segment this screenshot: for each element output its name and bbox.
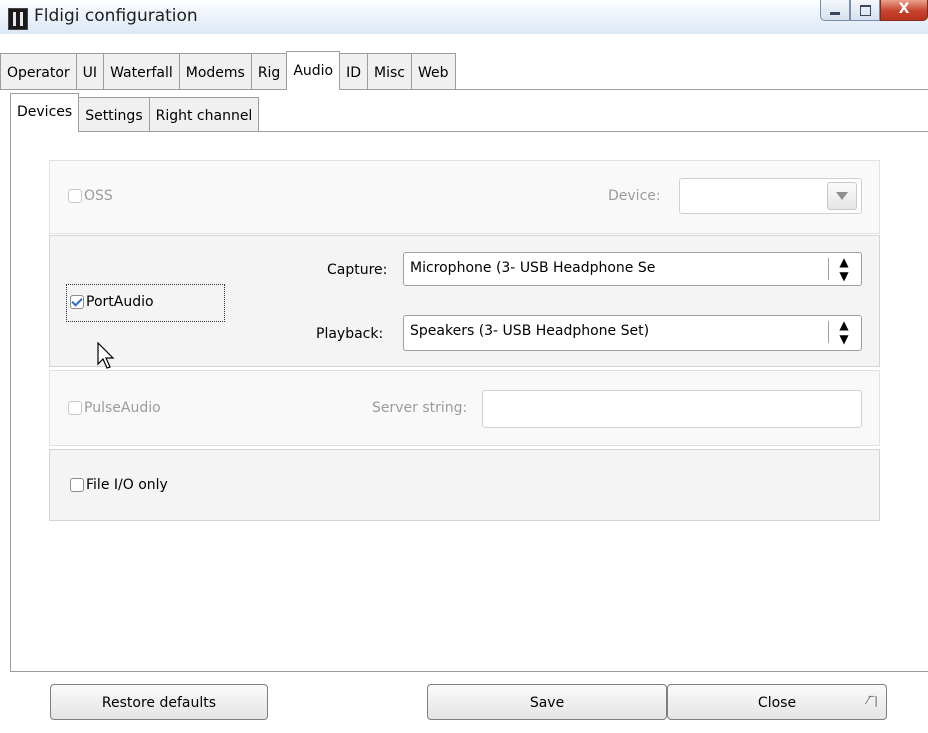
main-tab-bar: Operator UI Waterfall Modems Rig Audio I…: [0, 51, 456, 90]
tab-settings[interactable]: Settings: [78, 97, 150, 132]
close-button[interactable]: Close ⁄‾|: [667, 684, 887, 720]
tab-modems[interactable]: Modems: [178, 53, 252, 90]
maximize-button[interactable]: [850, 0, 880, 21]
title-bar: Fldigi configuration X: [0, 0, 928, 34]
capture-device-select[interactable]: Microphone (3- USB Headphone Se ▲ ▼: [403, 252, 862, 286]
bottom-divider: [10, 671, 928, 672]
minimize-icon: [830, 12, 840, 15]
restore-defaults-button[interactable]: Restore defaults: [50, 684, 268, 720]
file-io-checkbox-box[interactable]: [70, 478, 84, 492]
oss-device-label: Device:: [608, 188, 661, 204]
tab-waterfall[interactable]: Waterfall: [103, 53, 180, 90]
tab-right-channel[interactable]: Right channel: [148, 97, 260, 132]
capture-label: Capture:: [327, 262, 388, 278]
playback-device-value: Speakers (3- USB Headphone Set): [410, 323, 650, 339]
tab-audio[interactable]: Audio: [286, 51, 341, 90]
portaudio-label: PortAudio: [86, 294, 154, 310]
tab-id[interactable]: ID: [339, 53, 369, 90]
file-io-checkbox[interactable]: File I/O only: [70, 477, 168, 493]
server-string-input[interactable]: [482, 390, 862, 428]
portaudio-checkbox-box[interactable]: [70, 295, 84, 309]
file-io-label: File I/O only: [86, 477, 168, 493]
playback-label: Playback:: [316, 326, 384, 342]
mouse-pointer-icon: [97, 342, 115, 369]
minimize-button[interactable]: [820, 0, 850, 21]
oss-device-select[interactable]: [679, 178, 862, 214]
fldigi-app-icon: [8, 8, 28, 30]
pulseaudio-label: PulseAudio: [84, 400, 161, 416]
playback-device-select[interactable]: Speakers (3- USB Headphone Set) ▲ ▼: [403, 315, 862, 351]
select-separator: [828, 321, 829, 343]
pulseaudio-checkbox-box[interactable]: [68, 401, 82, 415]
resize-grip-icon: ⁄‾|: [866, 694, 878, 707]
tab-web[interactable]: Web: [411, 53, 456, 90]
oss-checkbox-box[interactable]: [68, 189, 82, 203]
pulseaudio-checkbox[interactable]: PulseAudio: [68, 400, 161, 416]
close-button-label: Close: [757, 695, 797, 711]
server-string-label: Server string:: [372, 400, 468, 416]
close-window-button[interactable]: X: [880, 0, 928, 21]
capture-device-value: Microphone (3- USB Headphone Se: [410, 260, 656, 276]
portaudio-checkbox[interactable]: PortAudio: [70, 294, 154, 310]
tab-devices[interactable]: Devices: [10, 93, 80, 132]
close-icon: X: [898, 1, 910, 17]
sub-tab-divider: [10, 131, 928, 132]
audio-sub-tab-bar: Devices Settings Right channel: [10, 93, 260, 132]
oss-label: OSS: [84, 188, 113, 204]
save-button[interactable]: Save: [427, 684, 667, 720]
tab-misc[interactable]: Misc: [367, 53, 413, 90]
tab-ui[interactable]: UI: [75, 53, 105, 90]
select-separator: [828, 258, 829, 280]
chevron-down-icon[interactable]: [827, 182, 857, 210]
up-down-arrows-icon: ▲ ▼: [839, 255, 849, 283]
file-io-group: [49, 449, 880, 521]
main-tab-divider: [0, 89, 928, 90]
tab-operator[interactable]: Operator: [0, 53, 77, 90]
tab-rig[interactable]: Rig: [250, 53, 288, 90]
up-down-arrows-icon: ▲ ▼: [839, 318, 849, 346]
window-controls: X: [820, 0, 928, 22]
maximize-icon: [860, 5, 871, 16]
content-left-border: [10, 131, 11, 671]
window-title: Fldigi configuration: [34, 6, 198, 26]
oss-checkbox[interactable]: OSS: [68, 188, 113, 204]
